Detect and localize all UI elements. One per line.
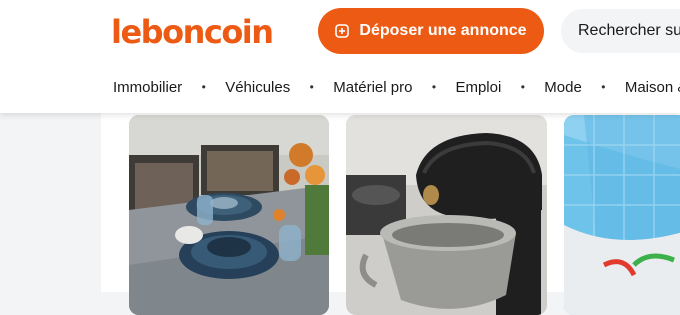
leboncoin-logo[interactable]: leboncoin [111,10,274,54]
deposit-ad-button[interactable]: Déposer une annonce [318,8,544,54]
nav-item-emploi[interactable]: Emploi [455,79,501,96]
listing-image-dining-table [129,115,329,315]
nav-separator: • [601,80,606,94]
nav-separator: • [520,80,525,94]
plus-square-icon [335,24,350,38]
nav-item-immobilier[interactable]: Immobilier [113,79,182,96]
deposit-ad-label: Déposer une annonce [359,22,527,39]
listing-card-stand-mixer[interactable] [346,115,547,315]
search-input[interactable]: Rechercher sur leboncoin [561,9,680,53]
nav-item-mode[interactable]: Mode [544,79,582,96]
search-placeholder: Rechercher sur leboncoin [578,22,680,39]
site-header: leboncoin Déposer une annonce Rechercher… [0,0,680,113]
nav-separator: • [201,80,206,94]
nav-item-maison-jardin[interactable]: Maison & Jardin [625,79,680,96]
nav-item-materiel-pro[interactable]: Matériel pro [333,79,412,96]
nav-separator: • [309,80,314,94]
category-nav: Immobilier • Véhicules • Matériel pro • … [113,76,680,98]
nav-separator: • [431,80,437,94]
nav-item-vehicules[interactable]: Véhicules [225,79,290,96]
listing-image-pool [564,115,680,315]
listing-card-dining-table[interactable] [129,115,329,315]
listing-image-stand-mixer [346,115,547,315]
listing-card-pool[interactable] [564,115,680,315]
